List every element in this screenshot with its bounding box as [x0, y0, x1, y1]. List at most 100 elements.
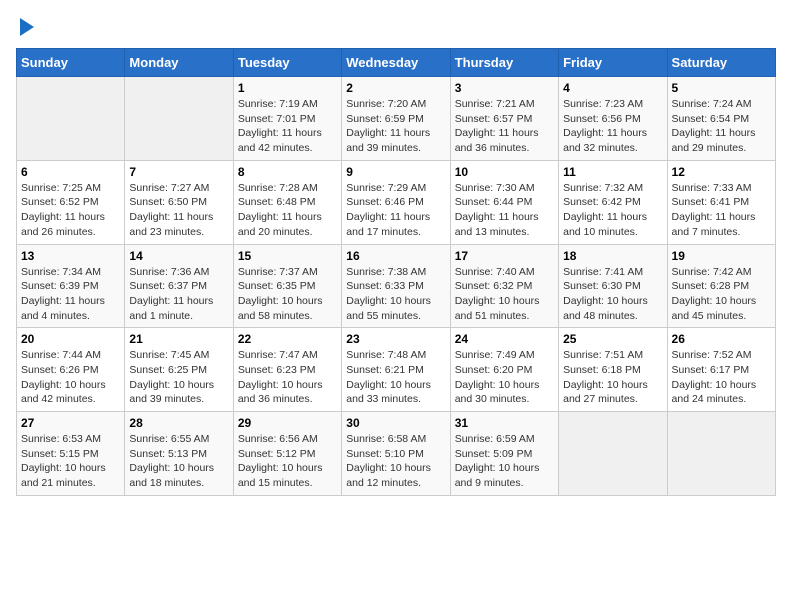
day-number: 18 — [563, 249, 662, 263]
day-number: 6 — [21, 165, 120, 179]
day-number: 16 — [346, 249, 445, 263]
day-info: Sunrise: 7:37 AM Sunset: 6:35 PM Dayligh… — [238, 265, 337, 324]
weekday-header-row: SundayMondayTuesdayWednesdayThursdayFrid… — [17, 49, 776, 77]
day-info: Sunrise: 7:38 AM Sunset: 6:33 PM Dayligh… — [346, 265, 445, 324]
day-info: Sunrise: 7:19 AM Sunset: 7:01 PM Dayligh… — [238, 97, 337, 156]
calendar-cell: 28Sunrise: 6:55 AM Sunset: 5:13 PM Dayli… — [125, 412, 233, 496]
calendar-cell: 19 Sunrise: 7:42 AM Sunset: 6:28 PM Dayli… — [667, 244, 775, 328]
day-number: 30 — [346, 416, 445, 430]
calendar-cell: 21 Sunrise: 7:45 AM Sunset: 6:25 PM Dayli… — [125, 328, 233, 412]
calendar-week-row: 20 Sunrise: 7:44 AM Sunset: 6:26 PM Dayli… — [17, 328, 776, 412]
day-number: 25 — [563, 332, 662, 346]
calendar-cell: 20 Sunrise: 7:44 AM Sunset: 6:26 PM Dayli… — [17, 328, 125, 412]
day-info: Sunrise: 7:48 AM Sunset: 6:21 PM Dayligh… — [346, 348, 445, 407]
day-number: 31 — [455, 416, 554, 430]
day-number: 12 — [672, 165, 771, 179]
logo — [16, 16, 34, 36]
weekday-header-thursday: Thursday — [450, 49, 558, 77]
day-number: 9 — [346, 165, 445, 179]
calendar-week-row: 13Sunrise: 7:34 AM Sunset: 6:39 PM Dayli… — [17, 244, 776, 328]
weekday-header-saturday: Saturday — [667, 49, 775, 77]
day-number: 22 — [238, 332, 337, 346]
weekday-header-sunday: Sunday — [17, 49, 125, 77]
day-info: Sunrise: 6:56 AM Sunset: 5:12 PM Dayligh… — [238, 432, 337, 491]
calendar-cell: 14 Sunrise: 7:36 AM Sunset: 6:37 PM Dayli… — [125, 244, 233, 328]
calendar-cell: 25 Sunrise: 7:51 AM Sunset: 6:18 PM Dayli… — [559, 328, 667, 412]
day-info: Sunrise: 7:45 AM Sunset: 6:25 PM Dayligh… — [129, 348, 228, 407]
day-number: 13 — [21, 249, 120, 263]
day-number: 20 — [21, 332, 120, 346]
weekday-header-friday: Friday — [559, 49, 667, 77]
day-info: Sunrise: 7:44 AM Sunset: 6:26 PM Dayligh… — [21, 348, 120, 407]
day-info: Sunrise: 7:51 AM Sunset: 6:18 PM Dayligh… — [563, 348, 662, 407]
day-info: Sunrise: 6:55 AM Sunset: 5:13 PM Dayligh… — [129, 432, 228, 491]
day-info: Sunrise: 7:47 AM Sunset: 6:23 PM Dayligh… — [238, 348, 337, 407]
calendar-week-row: 1 Sunrise: 7:19 AM Sunset: 7:01 PM Daylig… — [17, 77, 776, 161]
day-number: 15 — [238, 249, 337, 263]
day-info: Sunrise: 7:30 AM Sunset: 6:44 PM Dayligh… — [455, 181, 554, 240]
day-number: 19 — [672, 249, 771, 263]
day-number: 4 — [563, 81, 662, 95]
day-info: Sunrise: 7:25 AM Sunset: 6:52 PM Dayligh… — [21, 181, 120, 240]
day-info: Sunrise: 7:41 AM Sunset: 6:30 PM Dayligh… — [563, 265, 662, 324]
calendar-cell: 4Sunrise: 7:23 AM Sunset: 6:56 PM Daylig… — [559, 77, 667, 161]
day-info: Sunrise: 7:33 AM Sunset: 6:41 PM Dayligh… — [672, 181, 771, 240]
weekday-header-wednesday: Wednesday — [342, 49, 450, 77]
calendar-cell: 16 Sunrise: 7:38 AM Sunset: 6:33 PM Dayli… — [342, 244, 450, 328]
calendar-cell: 29 Sunrise: 6:56 AM Sunset: 5:12 PM Dayli… — [233, 412, 341, 496]
calendar-cell: 18 Sunrise: 7:41 AM Sunset: 6:30 PM Dayli… — [559, 244, 667, 328]
calendar-cell — [125, 77, 233, 161]
day-number: 17 — [455, 249, 554, 263]
calendar-cell: 5Sunrise: 7:24 AM Sunset: 6:54 PM Daylig… — [667, 77, 775, 161]
calendar-cell: 13Sunrise: 7:34 AM Sunset: 6:39 PM Dayli… — [17, 244, 125, 328]
day-number: 23 — [346, 332, 445, 346]
weekday-header-monday: Monday — [125, 49, 233, 77]
day-info: Sunrise: 7:36 AM Sunset: 6:37 PM Dayligh… — [129, 265, 228, 324]
calendar-cell — [17, 77, 125, 161]
calendar-cell: 31 Sunrise: 6:59 AM Sunset: 5:09 PM Dayli… — [450, 412, 558, 496]
day-number: 29 — [238, 416, 337, 430]
calendar-cell: 12 Sunrise: 7:33 AM Sunset: 6:41 PM Dayli… — [667, 160, 775, 244]
calendar-cell: 8 Sunrise: 7:28 AM Sunset: 6:48 PM Daylig… — [233, 160, 341, 244]
page-header — [16, 16, 776, 36]
day-number: 11 — [563, 165, 662, 179]
day-number: 21 — [129, 332, 228, 346]
calendar-cell: 7Sunrise: 7:27 AM Sunset: 6:50 PM Daylig… — [125, 160, 233, 244]
calendar-cell: 11 Sunrise: 7:32 AM Sunset: 6:42 PM Dayli… — [559, 160, 667, 244]
day-info: Sunrise: 7:49 AM Sunset: 6:20 PM Dayligh… — [455, 348, 554, 407]
calendar-cell: 9 Sunrise: 7:29 AM Sunset: 6:46 PM Daylig… — [342, 160, 450, 244]
day-number: 8 — [238, 165, 337, 179]
day-info: Sunrise: 7:24 AM Sunset: 6:54 PM Dayligh… — [672, 97, 771, 156]
day-info: Sunrise: 7:28 AM Sunset: 6:48 PM Dayligh… — [238, 181, 337, 240]
weekday-header-tuesday: Tuesday — [233, 49, 341, 77]
day-info: Sunrise: 6:58 AM Sunset: 5:10 PM Dayligh… — [346, 432, 445, 491]
calendar-cell: 30 Sunrise: 6:58 AM Sunset: 5:10 PM Dayli… — [342, 412, 450, 496]
day-number: 14 — [129, 249, 228, 263]
day-info: Sunrise: 7:21 AM Sunset: 6:57 PM Dayligh… — [455, 97, 554, 156]
day-info: Sunrise: 7:29 AM Sunset: 6:46 PM Dayligh… — [346, 181, 445, 240]
day-number: 27 — [21, 416, 120, 430]
logo-arrow-icon — [20, 18, 34, 36]
calendar-cell: 27 Sunrise: 6:53 AM Sunset: 5:15 PM Dayli… — [17, 412, 125, 496]
calendar-week-row: 6 Sunrise: 7:25 AM Sunset: 6:52 PM Daylig… — [17, 160, 776, 244]
day-info: Sunrise: 7:27 AM Sunset: 6:50 PM Dayligh… — [129, 181, 228, 240]
calendar-cell — [667, 412, 775, 496]
calendar-week-row: 27 Sunrise: 6:53 AM Sunset: 5:15 PM Dayli… — [17, 412, 776, 496]
calendar-cell: 1 Sunrise: 7:19 AM Sunset: 7:01 PM Daylig… — [233, 77, 341, 161]
calendar-cell: 24Sunrise: 7:49 AM Sunset: 6:20 PM Dayli… — [450, 328, 558, 412]
calendar-cell: 3 Sunrise: 7:21 AM Sunset: 6:57 PM Daylig… — [450, 77, 558, 161]
day-info: Sunrise: 6:59 AM Sunset: 5:09 PM Dayligh… — [455, 432, 554, 491]
day-info: Sunrise: 7:42 AM Sunset: 6:28 PM Dayligh… — [672, 265, 771, 324]
calendar-cell: 26Sunrise: 7:52 AM Sunset: 6:17 PM Dayli… — [667, 328, 775, 412]
calendar-cell: 10Sunrise: 7:30 AM Sunset: 6:44 PM Dayli… — [450, 160, 558, 244]
calendar-cell: 2Sunrise: 7:20 AM Sunset: 6:59 PM Daylig… — [342, 77, 450, 161]
day-info: Sunrise: 6:53 AM Sunset: 5:15 PM Dayligh… — [21, 432, 120, 491]
calendar-cell: 17Sunrise: 7:40 AM Sunset: 6:32 PM Dayli… — [450, 244, 558, 328]
calendar-cell: 6 Sunrise: 7:25 AM Sunset: 6:52 PM Daylig… — [17, 160, 125, 244]
calendar-cell: 22 Sunrise: 7:47 AM Sunset: 6:23 PM Dayli… — [233, 328, 341, 412]
day-number: 3 — [455, 81, 554, 95]
day-info: Sunrise: 7:32 AM Sunset: 6:42 PM Dayligh… — [563, 181, 662, 240]
day-number: 1 — [238, 81, 337, 95]
day-number: 2 — [346, 81, 445, 95]
day-info: Sunrise: 7:52 AM Sunset: 6:17 PM Dayligh… — [672, 348, 771, 407]
